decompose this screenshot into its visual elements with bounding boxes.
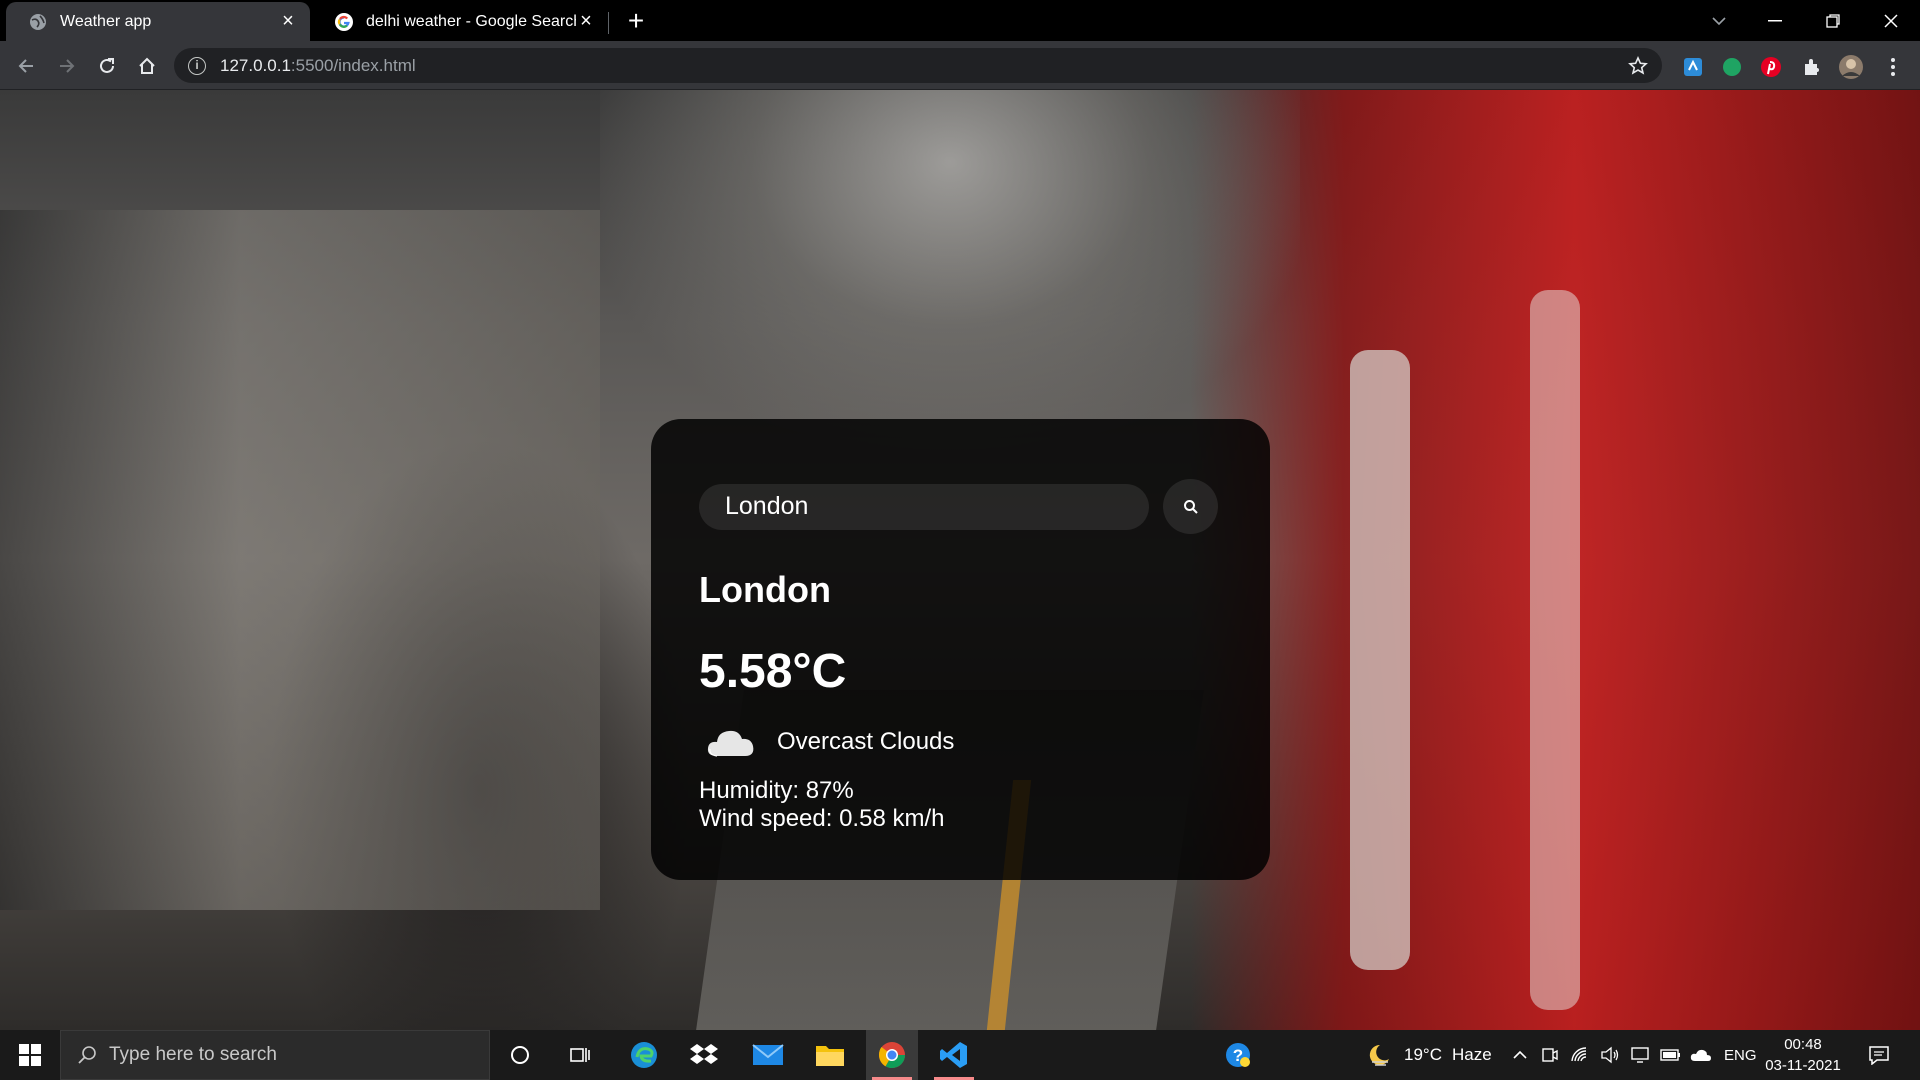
address-bar[interactable]: i 127.0.0.1:5500/index.html: [174, 48, 1662, 83]
extension-green-icon[interactable]: [1719, 54, 1745, 80]
volume-icon[interactable]: [1600, 1030, 1620, 1080]
clock-time: 00:48: [1784, 1036, 1822, 1053]
taskbar-weather-temp: 19°C: [1404, 1045, 1442, 1064]
close-tab-icon[interactable]: ×: [278, 10, 298, 32]
cortana-icon[interactable]: [494, 1030, 546, 1080]
background-train-door: [1530, 290, 1580, 1010]
reload-icon[interactable]: [91, 50, 123, 82]
notifications-icon[interactable]: [1868, 1030, 1890, 1080]
wifi-icon[interactable]: [1570, 1030, 1590, 1080]
wind-speed: Wind speed: 0.58 km/h: [699, 805, 945, 832]
windows-start-icon[interactable]: [0, 1030, 60, 1080]
home-icon[interactable]: [131, 50, 163, 82]
browser-tab-strip: Weather app × delhi weather - Google Sea…: [0, 0, 1920, 41]
tab-title: Weather app: [60, 12, 152, 30]
taskbar-weather[interactable]: 19°C Haze: [1366, 1030, 1492, 1080]
search-icon: [78, 1046, 96, 1064]
extension-blue-icon[interactable]: [1680, 54, 1706, 80]
moon-haze-icon: [1369, 1044, 1389, 1066]
display-icon[interactable]: [1630, 1030, 1650, 1080]
weather-card: London 5.58°C Overcast Clouds Humidity: …: [651, 419, 1270, 880]
minimize-button[interactable]: [1752, 0, 1798, 41]
input-language[interactable]: ENG: [1724, 1030, 1757, 1080]
tab-divider: [608, 12, 609, 34]
background-platform-wall: [0, 210, 600, 910]
tab-title: delhi weather - Google Search: [366, 12, 576, 30]
vscode-icon[interactable]: [928, 1030, 980, 1080]
back-icon[interactable]: [10, 50, 42, 82]
mail-icon[interactable]: [742, 1030, 794, 1080]
google-icon: [335, 12, 353, 31]
taskbar-weather-text: Haze: [1451, 1045, 1492, 1064]
battery-icon[interactable]: [1660, 1030, 1682, 1080]
taskbar-clock[interactable]: 00:48 03-11-2021: [1760, 1034, 1846, 1076]
task-view-icon[interactable]: [554, 1030, 606, 1080]
close-tab-icon[interactable]: ×: [576, 10, 596, 32]
temperature: 5.58°C: [699, 645, 847, 698]
edge-icon[interactable]: [618, 1030, 670, 1080]
url-path: :5500/index.html: [290, 55, 416, 75]
search-icon: [1183, 499, 1198, 514]
close-window-button[interactable]: [1868, 0, 1914, 41]
tab-weather-app[interactable]: Weather app ×: [6, 2, 310, 41]
file-explorer-icon[interactable]: [804, 1030, 856, 1080]
background-train-door: [1350, 350, 1410, 970]
bookmark-star-icon[interactable]: [1628, 56, 1648, 76]
background-tunnel: [600, 90, 1300, 450]
site-info-icon[interactable]: i: [188, 56, 206, 75]
humidity: Humidity: 87%: [699, 777, 854, 804]
onedrive-cloud-icon[interactable]: [1690, 1030, 1712, 1080]
dropbox-icon[interactable]: [678, 1030, 730, 1080]
url-host: 127.0.0.1: [220, 55, 291, 75]
browser-toolbar: i 127.0.0.1:5500/index.html: [0, 41, 1920, 90]
tab-google-search[interactable]: delhi weather - Google Search ×: [312, 2, 608, 41]
extensions-puzzle-icon[interactable]: [1799, 54, 1825, 80]
meet-now-icon[interactable]: [1541, 1030, 1559, 1080]
weather-description: Overcast Clouds: [777, 728, 955, 755]
chrome-taskbar-icon[interactable]: [866, 1030, 918, 1080]
cloud-icon: [707, 730, 754, 757]
city-name: London: [699, 569, 831, 610]
tab-search-icon[interactable]: [1696, 0, 1742, 41]
help-icon[interactable]: ?: [1212, 1030, 1264, 1080]
url-text[interactable]: 127.0.0.1:5500/index.html: [220, 56, 416, 76]
restore-button[interactable]: [1810, 0, 1856, 41]
city-search-input[interactable]: [699, 483, 1149, 530]
taskbar-search-box[interactable]: Type here to search: [60, 1030, 490, 1080]
profile-avatar[interactable]: [1838, 54, 1864, 80]
clock-date: 03-11-2021: [1765, 1057, 1841, 1074]
new-tab-button[interactable]: +: [622, 7, 650, 36]
forward-icon[interactable]: [51, 50, 83, 82]
search-bar: [699, 479, 1218, 534]
page-background: London 5.58°C Overcast Clouds Humidity: …: [0, 90, 1920, 1030]
weather-description-row: Overcast Clouds: [699, 722, 954, 762]
search-button[interactable]: [1163, 479, 1218, 534]
taskbar-search-placeholder: Type here to search: [109, 1044, 277, 1065]
globe-icon: [30, 13, 46, 30]
pinterest-icon[interactable]: [1758, 54, 1784, 80]
windows-taskbar: Type here to search ? 19°C Haze ENG 00:4…: [0, 1030, 1920, 1080]
show-hidden-icons-chevron-icon[interactable]: [1512, 1030, 1528, 1080]
chrome-menu-icon[interactable]: [1880, 54, 1906, 80]
